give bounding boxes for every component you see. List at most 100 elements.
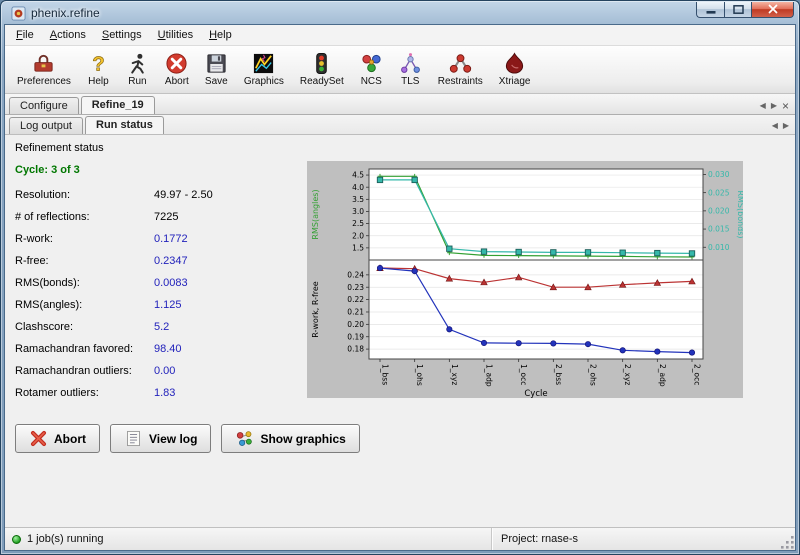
view-log-icon bbox=[124, 429, 143, 448]
stat-row: Resolution:49.97 - 2.50 bbox=[15, 189, 307, 201]
show-graphics-button[interactable]: Show graphics bbox=[221, 424, 359, 453]
toolbar: Preferences ?HelpRun Abort Save Graphics Read… bbox=[5, 46, 795, 94]
toolbar-graphics[interactable]: Graphics bbox=[236, 47, 292, 92]
menu-help[interactable]: Help bbox=[201, 27, 240, 44]
main-tab-controls: ◀ ▶ × bbox=[760, 101, 789, 114]
svg-text:4.5: 4.5 bbox=[352, 171, 364, 180]
stat-value: 1.125 bbox=[154, 299, 182, 311]
cycle-status: Cycle: 3 of 3 bbox=[15, 164, 307, 176]
stat-label: Clashscore: bbox=[15, 321, 154, 333]
statusbar: 1 job(s) running Project: rnase-s bbox=[5, 527, 795, 550]
svg-text:0.22: 0.22 bbox=[347, 295, 364, 304]
svg-text:2_adp: 2_adp bbox=[658, 364, 667, 387]
svg-text:2_ohs: 2_ohs bbox=[589, 364, 598, 386]
stats-panel: Cycle: 3 of 3 Resolution:49.97 - 2.50 # o… bbox=[15, 161, 307, 409]
graphics-icon bbox=[252, 52, 275, 75]
menu-actions[interactable]: Actions bbox=[42, 27, 94, 44]
stat-label: # of reflections: bbox=[15, 211, 154, 223]
stat-value: 5.2 bbox=[154, 321, 169, 333]
run-status-page: Refinement status Cycle: 3 of 3 Resoluti… bbox=[5, 135, 795, 527]
subtab-scroll-left-icon[interactable]: ◀ bbox=[772, 121, 778, 130]
subtab-log-output[interactable]: Log output bbox=[9, 117, 83, 134]
stat-value: 0.0083 bbox=[154, 277, 188, 289]
svg-text:0.020: 0.020 bbox=[708, 206, 730, 215]
menu-utilities[interactable]: Utilities bbox=[150, 27, 201, 44]
actions-row: Abort View log Show graphics bbox=[15, 424, 785, 453]
sub-tab-controls: ◀ ▶ bbox=[772, 121, 789, 134]
project-text: Project: rnase-s bbox=[501, 533, 578, 545]
run-icon bbox=[126, 52, 149, 75]
jobs-status-cell: 1 job(s) running bbox=[5, 528, 492, 550]
svg-text:0.21: 0.21 bbox=[347, 308, 364, 317]
toolbar-label: NCS bbox=[361, 76, 382, 87]
resize-grip[interactable] bbox=[780, 535, 795, 550]
toolbar-restraints[interactable]: Restraints bbox=[430, 47, 491, 92]
button-label: Abort bbox=[54, 432, 86, 446]
toolbar-label: ReadySet bbox=[300, 76, 344, 87]
maximize-button[interactable] bbox=[724, 2, 751, 18]
abort-button[interactable]: Abort bbox=[15, 424, 100, 453]
button-label: Show graphics bbox=[260, 432, 345, 446]
job-running-icon bbox=[12, 535, 21, 544]
tab-close-icon[interactable]: × bbox=[782, 102, 789, 110]
stats-rows: Resolution:49.97 - 2.50 # of reflections:… bbox=[15, 189, 307, 399]
svg-text:0.20: 0.20 bbox=[347, 320, 364, 329]
stat-row: RMS(angles):1.125 bbox=[15, 299, 307, 311]
tab-scroll-left-icon[interactable]: ◀ bbox=[760, 101, 766, 110]
toolbar-save[interactable]: Save bbox=[197, 47, 236, 92]
subtab-run-status[interactable]: Run status bbox=[85, 116, 164, 134]
menu-settings[interactable]: Settings bbox=[94, 27, 150, 44]
svg-text:3.0: 3.0 bbox=[352, 207, 364, 216]
show-graphics-icon bbox=[235, 429, 254, 448]
tls-icon bbox=[399, 52, 422, 75]
stat-row: Ramachandran outliers:0.00 bbox=[15, 365, 307, 377]
close-button[interactable] bbox=[751, 2, 794, 18]
menu-file[interactable]: File bbox=[8, 27, 42, 44]
project-status-cell: Project: rnase-s bbox=[492, 528, 780, 550]
toolbar-label: Preferences bbox=[17, 76, 71, 87]
stat-value: 0.1772 bbox=[154, 233, 188, 245]
stat-value: 98.40 bbox=[154, 343, 182, 355]
stat-row: Ramachandran favored:98.40 bbox=[15, 343, 307, 355]
abort-x-icon bbox=[29, 429, 48, 448]
svg-text:RMS(angles): RMS(angles) bbox=[311, 189, 320, 239]
menubar: FileActionsSettingsUtilitiesHelp bbox=[5, 25, 795, 46]
tab-refine-19[interactable]: Refine_19 bbox=[81, 96, 155, 114]
phenix-refine-window: phenix.refine FileActionsSettingsUtiliti… bbox=[0, 0, 800, 555]
stat-value: 0.2347 bbox=[154, 255, 188, 267]
stat-row: Clashscore:5.2 bbox=[15, 321, 307, 333]
stat-label: RMS(angles): bbox=[15, 299, 154, 311]
subtab-scroll-right-icon[interactable]: ▶ bbox=[783, 121, 789, 130]
toolbar-label: Restraints bbox=[438, 76, 483, 87]
svg-text:0.015: 0.015 bbox=[708, 225, 730, 234]
toolbar-label: Save bbox=[205, 76, 228, 87]
svg-text:2_xyz: 2_xyz bbox=[623, 364, 632, 385]
stat-row: R-free:0.2347 bbox=[15, 255, 307, 267]
tab-configure[interactable]: Configure bbox=[9, 97, 79, 114]
toolbar-xtriage[interactable]: Xtriage bbox=[491, 47, 539, 92]
toolbar-run[interactable]: Run bbox=[118, 47, 157, 92]
view-log-button[interactable]: View log bbox=[110, 424, 211, 453]
titlebar[interactable]: phenix.refine bbox=[4, 1, 796, 24]
toolbar-ncs[interactable]: NCS bbox=[352, 47, 391, 92]
stat-value: 7225 bbox=[154, 211, 178, 223]
tab-scroll-right-icon[interactable]: ▶ bbox=[771, 101, 777, 110]
svg-text:2.5: 2.5 bbox=[352, 219, 364, 228]
stat-label: Resolution: bbox=[15, 189, 154, 201]
toolbar-preferences[interactable]: Preferences bbox=[9, 47, 79, 92]
app-icon bbox=[11, 6, 26, 21]
minimize-button[interactable] bbox=[696, 2, 724, 18]
toolbar-abort[interactable]: Abort bbox=[157, 47, 197, 92]
toolbar-help[interactable]: ?Help bbox=[79, 47, 118, 92]
stat-row: # of reflections:7225 bbox=[15, 211, 307, 223]
stat-label: Ramachandran outliers: bbox=[15, 365, 154, 377]
jobs-running-text: 1 job(s) running bbox=[27, 533, 103, 545]
main-tabstrip: ConfigureRefine_19 ◀ ▶ × bbox=[5, 94, 795, 115]
svg-text:1_ohs: 1_ohs bbox=[415, 364, 424, 386]
toolbar-readyset[interactable]: ReadySet bbox=[292, 47, 352, 92]
toolbar-label: Abort bbox=[165, 76, 189, 87]
toolbar-tls[interactable]: TLS bbox=[391, 47, 430, 92]
stat-label: Ramachandran favored: bbox=[15, 343, 154, 355]
stat-value: 1.83 bbox=[154, 387, 175, 399]
stat-row: RMS(bonds):0.0083 bbox=[15, 277, 307, 289]
